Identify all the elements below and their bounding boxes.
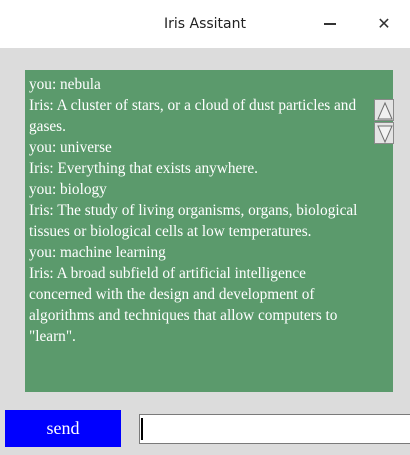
chat-log[interactable]: you: nebula Iris: A cluster of stars, or… [25, 70, 393, 392]
chat-line: "learn". [29, 328, 76, 345]
window-title: Iris Assitant [163, 16, 246, 32]
minimize-button[interactable] [318, 12, 342, 36]
chat-line: gases. [29, 118, 66, 135]
scroll-down-button[interactable] [374, 122, 394, 144]
chat-text: you: nebula Iris: A cluster of stars, or… [29, 74, 381, 347]
chat-scrollbar[interactable] [374, 99, 394, 145]
title-bar: Iris Assitant ✕ [0, 0, 410, 48]
close-icon: ✕ [377, 14, 391, 33]
chat-line: Iris: A broad subfield of artificial int… [29, 265, 306, 282]
message-input[interactable] [139, 414, 410, 444]
chat-line: Iris: A cluster of stars, or a cloud of … [29, 97, 357, 114]
chat-line: algorithms and techniques that allow com… [29, 307, 338, 324]
chat-line: tissues or biological cells at low tempe… [29, 223, 312, 240]
minimize-icon [324, 23, 336, 25]
chat-line: you: biology [29, 181, 107, 198]
chat-line: you: universe [29, 139, 112, 156]
triangle-up-icon [377, 101, 393, 120]
close-button[interactable]: ✕ [372, 12, 396, 36]
triangle-down-icon [377, 125, 393, 144]
send-button[interactable]: send [5, 410, 121, 447]
chat-line: you: nebula [29, 76, 101, 93]
chat-line: you: machine learning [29, 244, 166, 261]
text-caret [141, 418, 143, 440]
scroll-up-button[interactable] [374, 99, 394, 121]
chat-line: Iris: The study of living organisms, org… [29, 202, 358, 219]
chat-line: Iris: Everything that exists anywhere. [29, 160, 258, 177]
chat-line: concerned with the design and developmen… [29, 286, 315, 303]
